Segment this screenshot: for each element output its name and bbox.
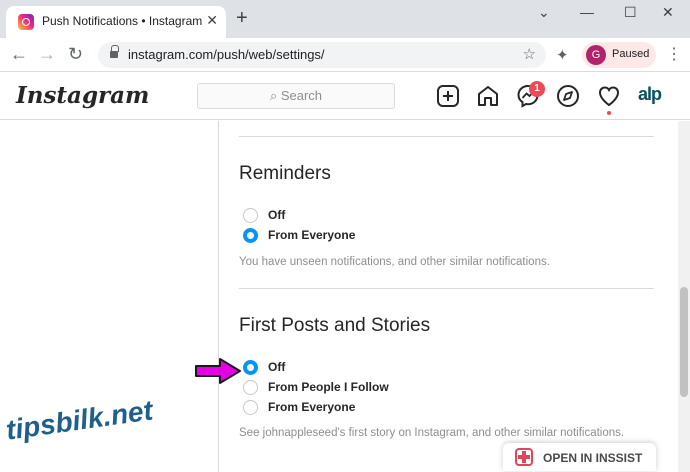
search-icon: ⌕ <box>269 88 281 103</box>
instagram-favicon-icon <box>18 14 34 30</box>
browser-toolbar: ← → ↻ instagram.com/push/web/settings/ ☆… <box>0 38 690 72</box>
profile-avatar[interactable]: alp <box>638 84 662 105</box>
tab-search-chevron-icon[interactable]: ⌄ <box>538 4 550 21</box>
first-posts-title: First Posts and Stories <box>239 315 431 336</box>
option-label: From Everyone <box>268 400 356 414</box>
option-label: From Everyone <box>268 228 356 242</box>
activity-heart-icon[interactable] <box>597 84 621 108</box>
scrollbar-thumb[interactable] <box>680 287 688 397</box>
open-in-inssist-button[interactable]: OPEN IN INSSIST <box>503 443 656 471</box>
close-tab-icon[interactable]: ✕ <box>206 12 218 29</box>
browser-window: Push Notifications • Instagram ✕ + ⌄ — ☐… <box>0 0 690 472</box>
activity-dot <box>607 111 611 115</box>
instagram-logo[interactable]: Instagram <box>16 82 149 109</box>
inssist-logo-icon <box>515 448 533 466</box>
maximize-icon[interactable]: ☐ <box>624 4 637 21</box>
forward-icon[interactable]: → <box>38 44 56 64</box>
minimize-icon[interactable]: — <box>580 4 594 20</box>
messages-badge: 1 <box>529 81 545 97</box>
option-label: Off <box>268 208 286 222</box>
search-placeholder: Search <box>280 88 323 103</box>
reminders-option-from-everyone[interactable]: From Everyone <box>243 227 423 245</box>
option-label: Off <box>268 360 286 374</box>
browser-tab[interactable]: Push Notifications • Instagram ✕ <box>6 6 226 38</box>
instagram-header: Instagram ⌕ Search 1 alp <box>0 72 690 120</box>
bookmark-star-icon[interactable]: ☆ <box>523 45 536 63</box>
first-posts-description: See johnappleseed's first story on Insta… <box>239 427 625 439</box>
profile-button[interactable]: G Paused <box>582 42 656 68</box>
search-input[interactable]: ⌕ Search <box>197 83 395 109</box>
url-text[interactable]: instagram.com/push/web/settings/ <box>128 47 325 62</box>
avatar: G <box>586 45 606 65</box>
lock-icon <box>110 45 119 59</box>
radio-button[interactable] <box>243 400 258 415</box>
first-posts-option-people-i-follow[interactable]: From People I Follow <box>243 379 423 397</box>
radio-button[interactable] <box>243 208 258 223</box>
divider <box>239 288 654 289</box>
close-window-icon[interactable]: ✕ <box>662 4 674 21</box>
home-icon[interactable] <box>476 84 500 108</box>
browser-menu-icon[interactable]: ⋮ <box>666 44 682 64</box>
new-tab-icon[interactable]: + <box>236 8 248 28</box>
first-posts-option-from-everyone[interactable]: From Everyone <box>243 399 423 417</box>
pointer-arrow-icon <box>195 358 241 384</box>
address-bar[interactable]: instagram.com/push/web/settings/ ☆ <box>98 42 546 68</box>
open-in-inssist-label: OPEN IN INSSIST <box>543 451 643 465</box>
title-bar: Push Notifications • Instagram ✕ + ⌄ — ☐… <box>0 0 690 38</box>
reminders-option-off[interactable]: Off <box>243 207 423 225</box>
first-posts-option-off[interactable]: Off <box>243 359 423 377</box>
extensions-puzzle-icon[interactable]: ✦ <box>556 46 569 64</box>
back-icon[interactable]: ← <box>10 44 28 64</box>
explore-compass-icon[interactable] <box>556 84 580 108</box>
settings-content: Reminders Off From Everyone You have uns… <box>0 121 690 472</box>
radio-button[interactable] <box>243 380 258 395</box>
push-notifications-panel: Reminders Off From Everyone You have uns… <box>219 121 678 472</box>
profile-status: Paused <box>612 48 650 60</box>
page-scrollbar[interactable] <box>678 121 690 472</box>
tab-title: Push Notifications • Instagram <box>42 14 203 28</box>
reload-icon[interactable]: ↻ <box>68 44 83 64</box>
reminders-description: You have unseen notifications, and other… <box>239 256 550 268</box>
new-post-icon[interactable] <box>436 84 460 108</box>
divider <box>239 136 654 137</box>
reminders-title: Reminders <box>239 163 331 184</box>
option-label: From People I Follow <box>268 380 389 394</box>
radio-button-selected[interactable] <box>243 228 258 243</box>
radio-button-selected[interactable] <box>243 360 258 375</box>
